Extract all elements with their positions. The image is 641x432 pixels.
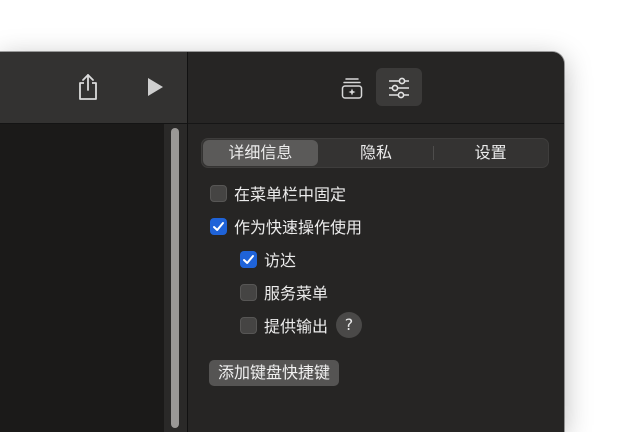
quick-action-option: 作为快速操作使用 <box>210 215 362 237</box>
inspector-toolbar <box>188 52 564 124</box>
finder-option: 访达 <box>240 248 296 270</box>
services-menu-checkbox[interactable] <box>240 283 257 301</box>
help-button[interactable]: ? <box>336 312 363 338</box>
segment-privacy[interactable]: 隐私 <box>319 139 434 167</box>
inspector-panel: 详细信息 隐私 设置 在菜单栏中固定 作为快速操作使用 访达 服务菜单 提供输出… <box>188 52 564 432</box>
pin-menu-bar-label: 在菜单栏中固定 <box>234 185 347 204</box>
finder-checkbox[interactable] <box>240 250 257 268</box>
finder-label: 访达 <box>264 251 297 270</box>
segment-details[interactable]: 详细信息 <box>203 140 318 166</box>
segment-settings[interactable]: 设置 <box>433 139 548 167</box>
shortcuts-window: 详细信息 隐私 设置 在菜单栏中固定 作为快速操作使用 访达 服务菜单 提供输出… <box>0 52 564 432</box>
editor-canvas[interactable] <box>0 124 187 432</box>
quick-action-label: 作为快速操作使用 <box>234 218 363 237</box>
quick-action-checkbox[interactable] <box>210 217 227 235</box>
checkmark-icon <box>243 254 254 264</box>
services-menu-option: 服务菜单 <box>240 281 328 303</box>
run-button[interactable] <box>144 76 166 98</box>
action-library-tab[interactable] <box>329 68 375 106</box>
shortcut-details-tab[interactable] <box>376 68 422 106</box>
provide-output-option: 提供输出 ? <box>240 311 363 339</box>
editor-pane <box>0 52 187 432</box>
share-button[interactable] <box>74 72 102 102</box>
provide-output-label: 提供输出 <box>264 317 329 336</box>
scrollbar-thumb[interactable] <box>171 128 179 428</box>
editor-toolbar <box>0 52 187 124</box>
services-menu-label: 服务菜单 <box>264 284 329 303</box>
checkmark-icon <box>213 221 224 231</box>
sliders-icon <box>389 77 409 99</box>
pin-menu-bar-option: 在菜单栏中固定 <box>210 182 346 204</box>
provide-output-checkbox[interactable] <box>240 316 257 334</box>
pin-menu-bar-checkbox[interactable] <box>210 184 227 202</box>
action-library-icon <box>341 78 363 99</box>
share-icon <box>79 74 97 100</box>
add-keyboard-shortcut-button[interactable]: 添加键盘快捷键 <box>209 360 340 386</box>
inspector-segmented-control: 详细信息 隐私 设置 <box>201 138 549 168</box>
play-icon <box>148 78 163 96</box>
